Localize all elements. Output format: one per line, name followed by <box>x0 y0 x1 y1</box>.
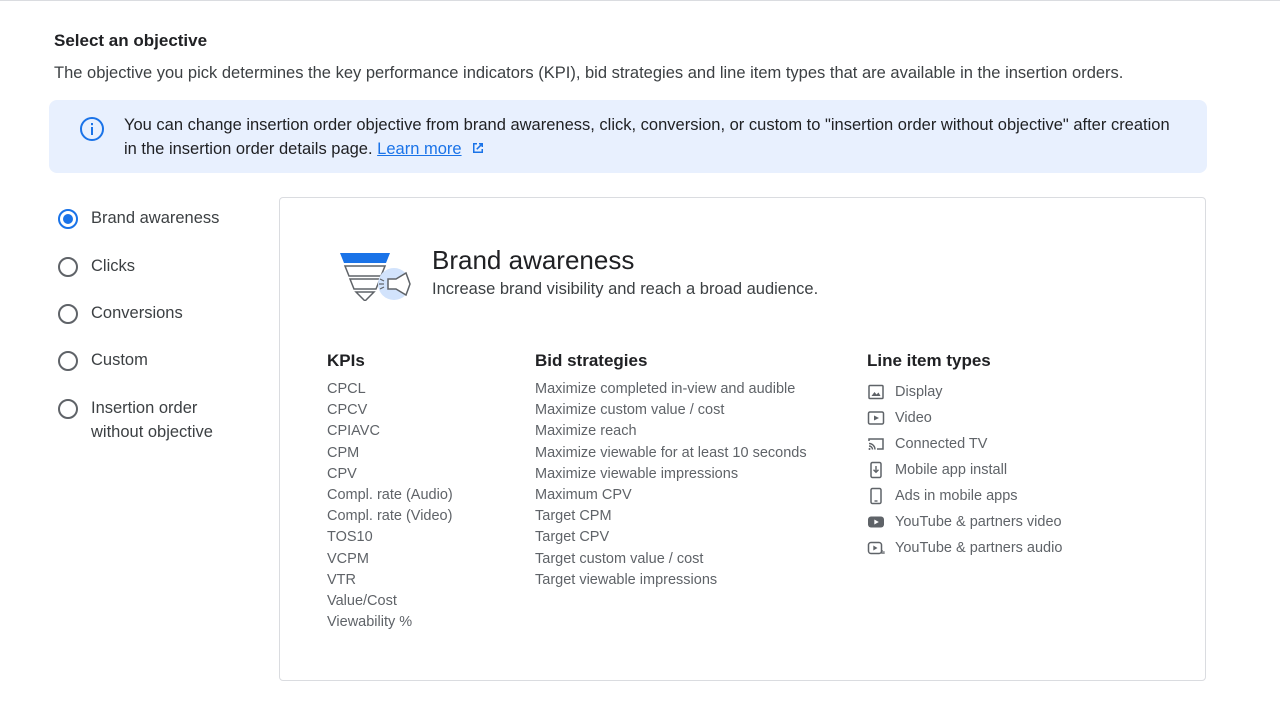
bid-strategy-item: Maximize completed in-view and audible <box>535 381 796 397</box>
line-item-type-label: Display <box>895 384 943 400</box>
line-item-types-column: Line item types Display Video Connected … <box>867 351 1062 561</box>
cast-icon <box>868 438 884 450</box>
line-item-type-youtube-video: YouTube & partners video <box>867 509 1062 535</box>
objective-label: Insertion order without objective <box>91 399 213 441</box>
radio-button[interactable] <box>58 351 78 371</box>
kpi-item: VTR <box>327 571 356 588</box>
line-item-type-label: Mobile app install <box>895 462 1008 478</box>
radio-button[interactable] <box>58 304 78 324</box>
app-install-icon <box>870 461 882 479</box>
section-title: Select an objective <box>54 31 208 50</box>
funnel-megaphone-icon <box>340 253 411 301</box>
objective-option-brand-awareness[interactable]: Brand awareness <box>56 207 251 231</box>
radio-button[interactable] <box>58 257 78 277</box>
youtube-icon <box>868 516 884 528</box>
section-description: The objective you pick determines the ke… <box>54 64 1124 82</box>
learn-more-link[interactable]: Learn more <box>377 140 461 158</box>
info-banner: You can change insertion order objective… <box>49 100 1207 173</box>
info-icon <box>80 117 104 141</box>
kpi-item: Value/Cost <box>327 593 397 610</box>
bid-strategy-item: Maximize viewable impressions <box>535 465 739 482</box>
video-icon <box>867 411 885 425</box>
bid-strategy-item: Target CPV <box>535 529 610 546</box>
bid-strategies-heading: Bid strategies <box>535 351 648 370</box>
objective-label: Custom <box>91 351 148 369</box>
youtube-audio-icon <box>867 541 885 555</box>
bid-strategy-item: Maximize reach <box>535 423 637 440</box>
line-item-type-list: Display Video Connected TV Mobile app in… <box>867 379 1062 561</box>
detail-subtitle: Increase brand visibility and reach a br… <box>432 280 819 298</box>
objective-option-clicks[interactable]: Clicks <box>56 255 251 279</box>
objective-detail-card: Brand awareness Increase brand visibilit… <box>279 197 1206 681</box>
bid-strategy-item: Maximize custom value / cost <box>535 402 725 419</box>
kpi-item: CPCL <box>327 381 366 397</box>
open-in-new-icon[interactable] <box>470 140 486 156</box>
line-item-type-label: YouTube & partners video <box>895 514 1062 530</box>
objective-option-conversions[interactable]: Conversions <box>56 302 251 326</box>
kpis-column: KPIs CPCL CPCV CPIAVC CPM CPV Compl. rat… <box>327 351 453 633</box>
kpi-item: Viewability % <box>327 614 413 631</box>
top-divider <box>0 0 1280 1</box>
line-item-type-connected-tv: Connected TV <box>867 431 1062 457</box>
kpi-item: Compl. rate (Video) <box>327 508 453 525</box>
bid-strategy-item: Maximize viewable for at least 10 second… <box>535 444 807 461</box>
info-banner-message: You can change insertion order objective… <box>124 116 1170 158</box>
line-item-types-heading: Line item types <box>867 351 991 370</box>
line-item-type-label: Ads in mobile apps <box>895 488 1018 504</box>
objective-label: Brand awareness <box>91 209 220 227</box>
line-item-type-label: YouTube & partners audio <box>895 540 1063 556</box>
objective-label: Clicks <box>91 257 135 275</box>
info-banner-text: You can change insertion order objective… <box>124 114 1184 161</box>
radio-button[interactable] <box>58 399 78 419</box>
line-item-type-display: Display <box>867 379 1062 405</box>
line-item-type-youtube-audio: YouTube & partners audio <box>867 535 1062 561</box>
kpi-list: CPCL CPCV CPIAVC CPM CPV Compl. rate (Au… <box>327 379 453 633</box>
kpi-item: CPIAVC <box>327 423 380 440</box>
bid-strategy-item: Target CPM <box>535 508 612 525</box>
phone-icon <box>870 487 882 505</box>
bid-strategy-item: Target viewable impressions <box>535 571 718 588</box>
kpi-item: CPCV <box>327 402 368 419</box>
objective-option-without-objective[interactable]: Insertion order without objective <box>56 397 251 444</box>
kpis-heading: KPIs <box>327 351 365 370</box>
radio-button-checked[interactable] <box>58 209 78 229</box>
kpi-item: TOS10 <box>327 529 373 546</box>
image-icon <box>868 384 884 400</box>
line-item-type-ads-in-mobile-apps: Ads in mobile apps <box>867 483 1062 509</box>
objective-option-custom[interactable]: Custom <box>56 349 251 373</box>
kpi-item: CPM <box>327 444 360 461</box>
line-item-type-label: Connected TV <box>895 436 988 452</box>
kpi-item: VCPM <box>327 550 369 567</box>
bid-strategy-list: Maximize completed in-view and audible M… <box>535 379 807 591</box>
line-item-type-mobile-app-install: Mobile app install <box>867 457 1062 483</box>
bid-strategy-item: Target custom value / cost <box>535 550 704 567</box>
line-item-type-video: Video <box>867 405 1062 431</box>
objective-label: Conversions <box>91 304 183 322</box>
bid-strategy-item: Maximum CPV <box>535 487 632 504</box>
detail-title: Brand awareness <box>432 245 635 275</box>
kpi-item: Compl. rate (Audio) <box>327 487 453 504</box>
line-item-type-label: Video <box>895 410 932 426</box>
bid-strategies-column: Bid strategies Maximize completed in-vie… <box>535 351 807 591</box>
kpi-item: CPV <box>327 465 357 482</box>
